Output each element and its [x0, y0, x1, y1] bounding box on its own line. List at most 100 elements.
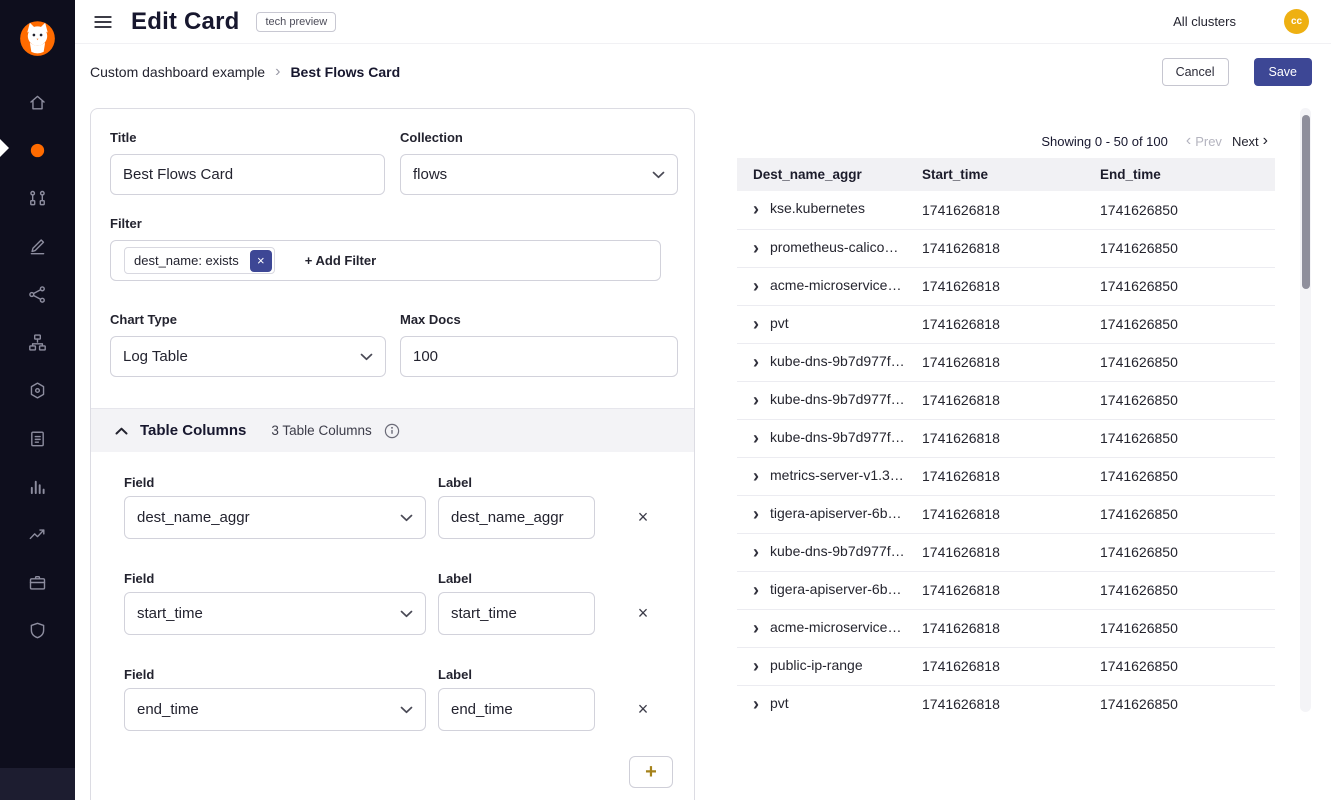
label-label: Label	[438, 667, 472, 682]
sub-header: Custom dashboard example › Best Flows Ca…	[75, 44, 1331, 100]
network-sets-icon	[27, 332, 48, 353]
scrollbar-thumb[interactable]	[1302, 115, 1310, 289]
sidebar-item-policies[interactable]	[0, 222, 75, 270]
row-expand-icon[interactable]: ›	[753, 352, 759, 373]
sidebar-item-security[interactable]	[0, 606, 75, 654]
row-expand-icon[interactable]: ›	[753, 656, 759, 677]
remove-filter-icon[interactable]: ×	[250, 250, 272, 272]
table-row[interactable]: ›metrics-server-v1.3…1741626818174162685…	[737, 457, 1275, 495]
next-button[interactable]: Next ›	[1232, 133, 1272, 149]
row-expand-icon[interactable]: ›	[753, 618, 759, 639]
cell-end-time: 1741626850	[1095, 495, 1275, 533]
cell-end-time: 1741626850	[1095, 609, 1275, 647]
service-graph-icon	[27, 188, 48, 209]
clusters-icon	[27, 380, 48, 401]
page-title: Edit Card	[131, 8, 239, 36]
breadcrumb-chevron-icon: ›	[275, 63, 280, 81]
table-row[interactable]: ›pvt17416268181741626850	[737, 305, 1275, 343]
row-expand-icon[interactable]: ›	[753, 276, 759, 297]
field-select-1[interactable]: start_time	[124, 592, 426, 635]
table-row[interactable]: ›prometheus-calico…17416268181741626850	[737, 229, 1275, 267]
sidebar-item-logs[interactable]	[0, 462, 75, 510]
sidebar-item-clusters[interactable]	[0, 366, 75, 414]
cell-dest-name: ›pvt	[737, 305, 917, 343]
row-expand-icon[interactable]: ›	[753, 199, 759, 220]
row-expand-icon[interactable]: ›	[753, 580, 759, 601]
collection-value: flows	[413, 166, 447, 183]
row-expand-icon[interactable]: ›	[753, 428, 759, 449]
table-columns-header[interactable]: Table Columns 3 Table Columns	[91, 408, 694, 452]
label-input-2[interactable]	[438, 688, 595, 731]
scrollbar[interactable]	[1300, 108, 1311, 712]
field-select-2[interactable]: end_time	[124, 688, 426, 731]
max-docs-label: Max Docs	[400, 312, 461, 327]
chart-type-select[interactable]: Log Table	[110, 336, 386, 377]
sidebar-item-dashboards[interactable]	[0, 126, 75, 174]
sidebar-nav	[0, 78, 75, 654]
remove-column-button[interactable]: ×	[632, 602, 654, 624]
sidebar-item-network-sets[interactable]	[0, 318, 75, 366]
table-row[interactable]: ›kube-dns-9b7d977f…17416268181741626850	[737, 381, 1275, 419]
row-expand-icon[interactable]: ›	[753, 542, 759, 563]
storage-icon	[27, 572, 48, 593]
sidebar-item-home[interactable]	[0, 78, 75, 126]
add-filter-button[interactable]: + Add Filter	[305, 253, 376, 268]
sidebar-item-endpoints[interactable]	[0, 270, 75, 318]
cell-end-time: 1741626850	[1095, 229, 1275, 267]
table-row[interactable]: ›public-ip-range17416268181741626850	[737, 647, 1275, 685]
chart-type-value: Log Table	[123, 348, 188, 365]
user-avatar[interactable]: cc	[1284, 9, 1309, 34]
title-label: Title	[110, 130, 137, 145]
table-row[interactable]: ›tigera-apiserver-6b…1741626818174162685…	[737, 495, 1275, 533]
row-expand-icon[interactable]: ›	[753, 238, 759, 259]
max-docs-input[interactable]	[400, 336, 678, 377]
logs-icon	[27, 476, 48, 497]
add-column-button[interactable]: +	[629, 756, 673, 788]
row-expand-icon[interactable]: ›	[753, 390, 759, 411]
remove-column-button[interactable]: ×	[632, 698, 654, 720]
sidebar-item-storage[interactable]	[0, 558, 75, 606]
sidebar-item-threats[interactable]	[0, 510, 75, 558]
field-select-0[interactable]: dest_name_aggr	[124, 496, 426, 539]
filter-box[interactable]: dest_name: exists × + Add Filter	[110, 240, 661, 281]
table-row[interactable]: ›kube-dns-9b7d977f…17416268181741626850	[737, 343, 1275, 381]
table-column-row: Fieldend_timeLabel×	[91, 667, 694, 763]
calico-logo-icon[interactable]	[13, 11, 62, 60]
info-icon[interactable]	[384, 423, 400, 439]
title-input[interactable]	[110, 154, 385, 195]
table-header-row: Dest_name_aggr Start_time End_time	[737, 158, 1275, 191]
table-columns-list: Fielddest_name_aggrLabel×Fieldstart_time…	[91, 452, 694, 763]
row-expand-icon[interactable]: ›	[753, 504, 759, 525]
filter-label: Filter	[110, 216, 142, 231]
table-row[interactable]: ›acme-microservice…17416268181741626850	[737, 267, 1275, 305]
chevron-down-icon	[400, 706, 413, 714]
chevron-up-icon[interactable]	[115, 427, 128, 435]
menu-icon[interactable]	[92, 11, 114, 33]
sidebar-item-compliance[interactable]	[0, 414, 75, 462]
field-value: dest_name_aggr	[137, 509, 250, 526]
cell-end-time: 1741626850	[1095, 343, 1275, 381]
collection-select[interactable]: flows	[400, 154, 678, 195]
row-expand-icon[interactable]: ›	[753, 694, 759, 713]
cell-end-time: 1741626850	[1095, 381, 1275, 419]
table-row[interactable]: ›pvt17416268181741626850	[737, 685, 1275, 712]
label-input-0[interactable]	[438, 496, 595, 539]
sidebar-item-service-graph[interactable]	[0, 174, 75, 222]
row-expand-icon[interactable]: ›	[753, 466, 759, 487]
cancel-button[interactable]: Cancel	[1162, 58, 1229, 86]
table-row[interactable]: ›kse.kubernetes17416268181741626850	[737, 191, 1275, 229]
breadcrumb-parent[interactable]: Custom dashboard example	[90, 64, 265, 80]
cell-end-time: 1741626850	[1095, 533, 1275, 571]
table-row[interactable]: ›acme-microservice…17416268181741626850	[737, 609, 1275, 647]
row-expand-icon[interactable]: ›	[753, 314, 759, 335]
save-button[interactable]: Save	[1254, 58, 1313, 86]
table-row[interactable]: ›kube-dns-9b7d977f…17416268181741626850	[737, 533, 1275, 571]
table-row[interactable]: ›kube-dns-9b7d977f…17416268181741626850	[737, 419, 1275, 457]
collection-label: Collection	[400, 130, 463, 145]
prev-button[interactable]: ‹ Prev	[1182, 133, 1222, 149]
cell-start-time: 1741626818	[917, 267, 1095, 305]
remove-column-button[interactable]: ×	[632, 506, 654, 528]
label-input-1[interactable]	[438, 592, 595, 635]
cluster-selector[interactable]: All clusters	[1173, 14, 1236, 29]
table-row[interactable]: ›tigera-apiserver-6b…1741626818174162685…	[737, 571, 1275, 609]
